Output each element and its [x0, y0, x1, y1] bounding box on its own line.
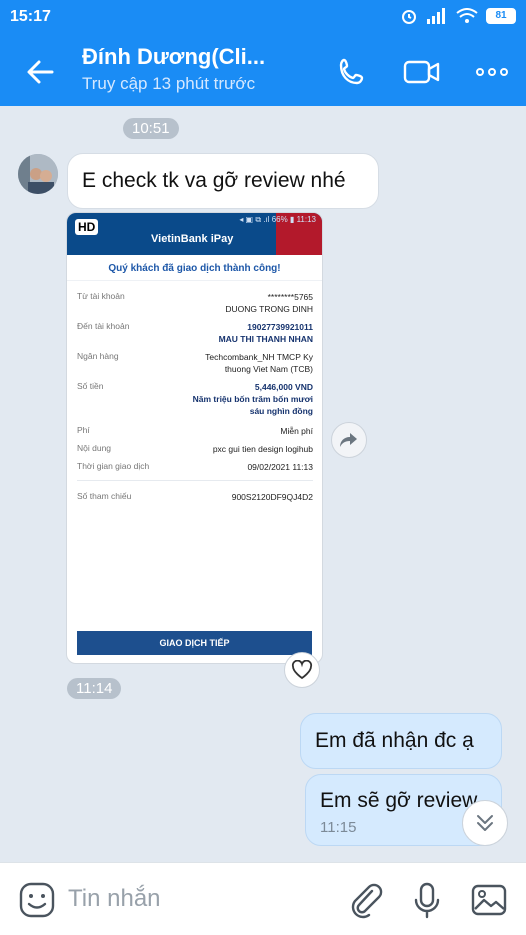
scroll-down-button[interactable] [462, 800, 508, 846]
outgoing-message[interactable]: Em đã nhận đc ạ [300, 713, 502, 769]
message-input[interactable]: Tin nhắn [68, 885, 161, 913]
incoming-message-text: E check tk va gỡ review nhé [82, 169, 346, 192]
status-icons: 81 [400, 7, 516, 25]
more-icon[interactable] [472, 52, 512, 92]
success-title: Quý khách đã giao dịch thành công! [67, 255, 322, 281]
image-timestamp: 11:14 [67, 678, 122, 699]
status-time: 15:17 [10, 8, 51, 25]
image-icon[interactable] [470, 881, 508, 919]
contact-name[interactable]: Đính Dương(Cli... [82, 44, 265, 70]
mic-icon[interactable] [408, 881, 446, 919]
sticker-icon[interactable] [18, 881, 56, 919]
back-arrow-icon[interactable] [22, 54, 58, 90]
phone-icon[interactable] [332, 52, 372, 92]
last-seen-status: Truy cập 13 phút trước [82, 74, 256, 93]
battery-indicator: 81 [486, 8, 516, 24]
wifi-icon [456, 8, 478, 23]
receipt-image[interactable]: HD ◂ ▣ ⧉ .ıl 66% ▮ 11:13 VietinBank iPay… [66, 212, 323, 664]
share-button[interactable] [331, 422, 367, 458]
attach-icon[interactable] [346, 881, 384, 919]
status-bar: 15:17 81 [0, 0, 526, 34]
alarm-icon [402, 10, 416, 24]
signal-icon [427, 8, 445, 24]
react-button[interactable] [284, 652, 320, 688]
heart-icon [291, 660, 313, 680]
share-icon [340, 433, 357, 447]
video-call-icon[interactable] [402, 52, 442, 92]
time-divider: 10:51 [123, 118, 179, 139]
receipt-header: HD ◂ ▣ ⧉ .ıl 66% ▮ 11:13 VietinBank iPay [67, 213, 322, 255]
receipt-continue-button: GIAO DỊCH TIẾP [77, 631, 312, 655]
chat-header: Đính Dương(Cli... Truy cập 13 phút trước [0, 34, 526, 106]
avatar[interactable] [18, 154, 58, 194]
chat-area[interactable]: 10:51 E check tk va gỡ review nhé HD ◂ ▣… [0, 106, 526, 862]
scroll-down-icon [477, 815, 493, 831]
hd-badge: HD [75, 219, 99, 235]
bank-logo: VietinBank iPay [151, 233, 234, 245]
outgoing-message-text: Em đã nhận đc ạ [315, 729, 474, 752]
incoming-message[interactable]: E check tk va gỡ review nhé [67, 153, 379, 209]
message-input-bar: Tin nhắn [0, 862, 526, 935]
receipt-system-bar: ◂ ▣ ⧉ .ıl 66% ▮ 11:13 [239, 215, 316, 224]
